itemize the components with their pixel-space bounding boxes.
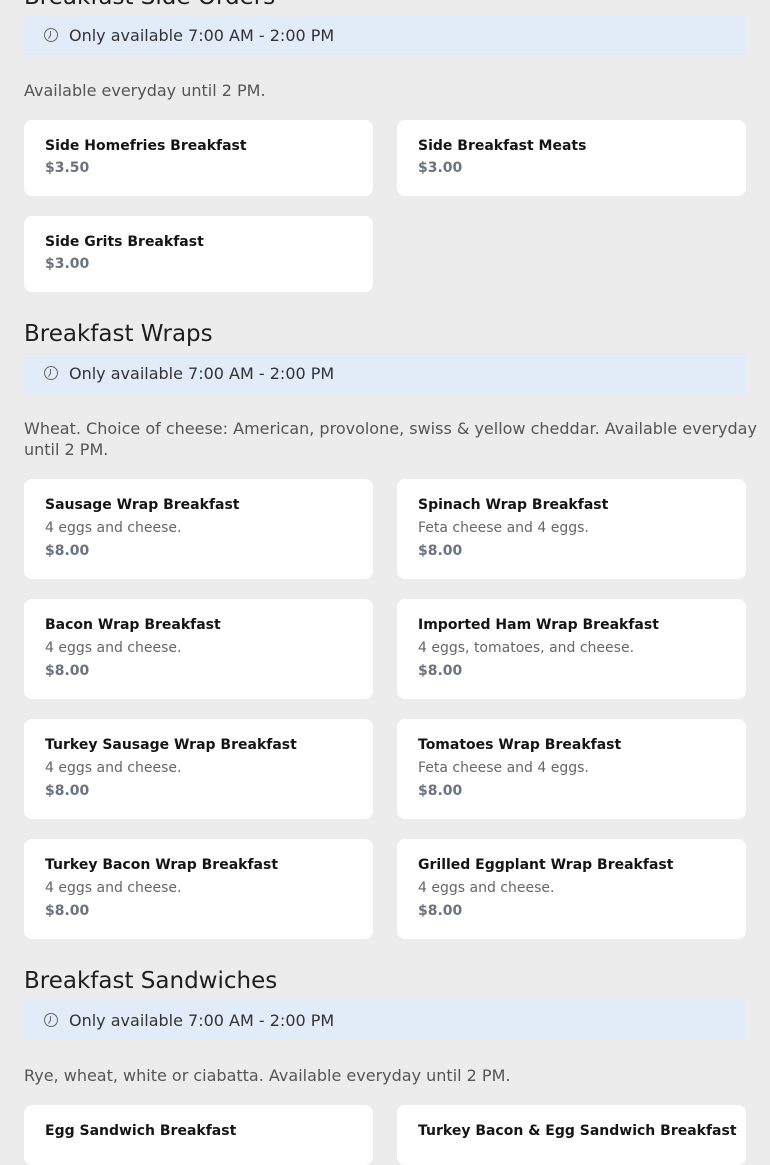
availability-banner: Only available 7:00 AM - 2:00 PM bbox=[24, 353, 746, 393]
item-name: Sausage Wrap Breakfast bbox=[45, 497, 240, 513]
item-name: Turkey Bacon Wrap Breakfast bbox=[45, 857, 279, 873]
item-description: 4 eggs and cheese. bbox=[45, 880, 182, 896]
section-description: Available everyday until 2 PM. bbox=[24, 81, 266, 100]
item-name: Imported Ham Wrap Breakfast bbox=[418, 617, 659, 633]
availability-text: Only available 7:00 AM - 2:00 PM bbox=[69, 363, 335, 383]
section-title-side-orders: Breakfast Side Orders bbox=[24, 0, 275, 10]
menu-item-card[interactable]: Egg Sandwich Breakfast bbox=[24, 1105, 373, 1165]
section-title-wraps: Breakfast Wraps bbox=[24, 321, 213, 347]
clock-icon bbox=[44, 28, 58, 42]
clock-icon bbox=[44, 1013, 58, 1027]
section-description: Rye, wheat, white or ciabatta. Available… bbox=[24, 1066, 511, 1085]
item-description: Feta cheese and 4 eggs. bbox=[418, 520, 589, 536]
item-price: $8.00 bbox=[418, 903, 463, 919]
menu-item-card[interactable]: Turkey Bacon Wrap Breakfast 4 eggs and c… bbox=[24, 839, 373, 939]
menu-item-card[interactable]: Side Breakfast Meats $3.00 bbox=[397, 120, 746, 196]
clock-icon bbox=[44, 366, 58, 380]
item-price: $3.00 bbox=[45, 256, 90, 272]
menu-item-card[interactable]: Side Grits Breakfast $3.00 bbox=[24, 216, 373, 292]
item-price: $3.00 bbox=[418, 160, 463, 176]
availability-text: Only available 7:00 AM - 2:00 PM bbox=[69, 1010, 335, 1030]
menu-item-card[interactable]: Sausage Wrap Breakfast 4 eggs and cheese… bbox=[24, 479, 373, 579]
item-description: 4 eggs and cheese. bbox=[45, 520, 182, 536]
item-price: $8.00 bbox=[45, 543, 90, 559]
item-name: Side Breakfast Meats bbox=[418, 138, 587, 154]
menu-item-card[interactable]: Imported Ham Wrap Breakfast 4 eggs, toma… bbox=[397, 599, 746, 699]
menu-item-card[interactable]: Bacon Wrap Breakfast 4 eggs and cheese. … bbox=[24, 599, 373, 699]
item-price: $8.00 bbox=[418, 663, 463, 679]
section-description: Wheat. Choice of cheese: American, provo… bbox=[24, 419, 757, 459]
item-name: Turkey Sausage Wrap Breakfast bbox=[45, 737, 297, 753]
item-description: 4 eggs and cheese. bbox=[418, 880, 555, 896]
menu-item-card[interactable]: Turkey Sausage Wrap Breakfast 4 eggs and… bbox=[24, 719, 373, 819]
item-price: $8.00 bbox=[418, 783, 463, 799]
item-name: Bacon Wrap Breakfast bbox=[45, 617, 221, 633]
item-name: Side Homefries Breakfast bbox=[45, 138, 247, 154]
item-name: Side Grits Breakfast bbox=[45, 234, 204, 250]
availability-text: Only available 7:00 AM - 2:00 PM bbox=[69, 25, 335, 45]
item-description: 4 eggs, tomatoes, and cheese. bbox=[418, 640, 635, 656]
item-name: Tomatoes Wrap Breakfast bbox=[418, 737, 622, 753]
item-description: Feta cheese and 4 eggs. bbox=[418, 760, 589, 776]
section-title-sandwiches: Breakfast Sandwiches bbox=[24, 968, 278, 994]
item-name: Grilled Eggplant Wrap Breakfast bbox=[418, 857, 674, 873]
menu-item-card[interactable]: Turkey Bacon & Egg Sandwich Breakfast bbox=[397, 1105, 746, 1165]
item-price: $8.00 bbox=[45, 783, 90, 799]
menu-item-card[interactable]: Grilled Eggplant Wrap Breakfast 4 eggs a… bbox=[397, 839, 746, 939]
item-price: $8.00 bbox=[45, 903, 90, 919]
item-price: $8.00 bbox=[45, 663, 90, 679]
item-description: 4 eggs and cheese. bbox=[45, 760, 182, 776]
item-description: 4 eggs and cheese. bbox=[45, 640, 182, 656]
item-price: $8.00 bbox=[418, 543, 463, 559]
item-price: $3.50 bbox=[45, 160, 90, 176]
item-name: Spinach Wrap Breakfast bbox=[418, 497, 609, 513]
menu-item-card[interactable]: Spinach Wrap Breakfast Feta cheese and 4… bbox=[397, 479, 746, 579]
availability-banner: Only available 7:00 AM - 2:00 PM bbox=[24, 15, 746, 55]
availability-banner: Only available 7:00 AM - 2:00 PM bbox=[24, 1000, 746, 1040]
menu-item-card[interactable]: Tomatoes Wrap Breakfast Feta cheese and … bbox=[397, 719, 746, 819]
item-name: Egg Sandwich Breakfast bbox=[45, 1123, 237, 1139]
menu-item-card[interactable]: Side Homefries Breakfast $3.50 bbox=[24, 120, 373, 196]
item-name: Turkey Bacon & Egg Sandwich Breakfast bbox=[418, 1123, 737, 1139]
